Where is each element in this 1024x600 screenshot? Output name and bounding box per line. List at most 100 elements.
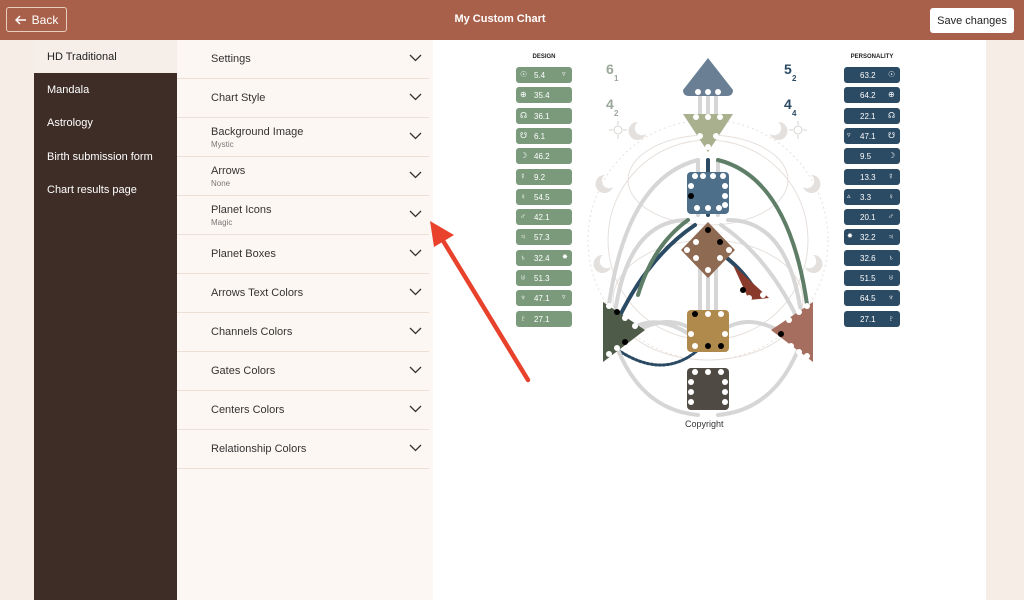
- accordion-chart-style[interactable]: Chart Style: [177, 79, 429, 118]
- chart-type-sidebar: HD Traditional Mandala Astrology Birth s…: [34, 40, 177, 600]
- uranus-icon: ♅: [888, 273, 894, 282]
- personality-planet-box: ♇ 27.1: [844, 310, 900, 327]
- accordion-label: Settings: [211, 53, 251, 65]
- planet-gate-value: 46.2: [534, 152, 550, 162]
- accordion-label: Planet Boxes: [211, 248, 276, 260]
- venus-icon: ♀: [520, 191, 526, 201]
- personality-planet-box: ⊕ 64.2: [844, 87, 900, 104]
- planet-gate-value: 51.5: [860, 274, 876, 283]
- sidebar-item-label: Birth submission form: [47, 150, 153, 163]
- planet-marker-icon: ✸: [847, 233, 853, 241]
- accordion-arrows-text-colors[interactable]: Arrows Text Colors: [177, 274, 429, 313]
- planet-gate-value: 13.3: [860, 172, 876, 182]
- sidebar-item-label: HD Traditional: [47, 50, 117, 63]
- design-planet-box: ☋ 6.1: [516, 127, 572, 144]
- chevron-down-icon[interactable]: [409, 405, 422, 413]
- accordion-label: Background Image: [211, 126, 304, 138]
- accordion-label: Centers Colors: [211, 404, 285, 416]
- personality-planet-box: ♃ 32.2 ✸: [844, 229, 900, 246]
- personality-planet-box: ♂ 20.1: [844, 209, 900, 226]
- design-planet-box: ☿ 9.2: [516, 168, 572, 185]
- accordion-value: Magic: [211, 218, 233, 227]
- accordion-label: Relationship Colors: [211, 443, 307, 455]
- save-changes-button[interactable]: Save changes: [930, 8, 1014, 33]
- sidebar-item-birth-submission-form[interactable]: Birth submission form: [34, 140, 177, 173]
- sun-icon: ☉: [888, 70, 896, 79]
- planet-gate-value: 20.1: [860, 213, 876, 223]
- personality-planet-box: ☽ 9.5: [844, 148, 900, 165]
- planet-gate-value: 32.2: [860, 233, 876, 243]
- sidebar-item-label: Astrology: [47, 116, 93, 129]
- planet-gate-value: 32.6: [860, 253, 876, 263]
- personality-planet-box: ♄ 32.6: [844, 249, 900, 266]
- accordion-relationship-colors[interactable]: Relationship Colors: [177, 430, 429, 469]
- planet-marker-icon: ▵: [847, 192, 851, 200]
- planet-gate-value: 35.4: [534, 91, 550, 101]
- accordion-label: Channels Colors: [211, 326, 293, 338]
- jupiter-icon: ♃: [888, 232, 894, 242]
- sidebar-item-label: Chart results page: [47, 183, 137, 196]
- north-node-icon: ☊: [520, 110, 528, 120]
- accordion-label: Arrows Text Colors: [211, 287, 304, 299]
- chevron-down-icon[interactable]: [409, 444, 422, 452]
- earth-icon: ⊕: [888, 90, 895, 100]
- sidebar-item-chart-results-page[interactable]: Chart results page: [34, 173, 177, 206]
- chevron-down-icon[interactable]: [409, 132, 422, 140]
- chevron-down-icon[interactable]: [409, 171, 422, 179]
- copyright-label: Copyright: [685, 419, 724, 429]
- arrow-number-bottom-right: 4: [784, 96, 792, 112]
- design-planet-box: ☽ 46.2: [516, 148, 572, 165]
- moon-icon: ☽: [888, 151, 896, 161]
- accordion-channels-colors[interactable]: Channels Colors: [177, 313, 429, 352]
- accordion-label: Arrows: [211, 165, 246, 177]
- planet-gate-value: 9.5: [860, 152, 872, 162]
- design-planet-box: ⊕ 35.4: [516, 87, 572, 104]
- moon-icon: ☽: [520, 151, 528, 161]
- pluto-icon: ♇: [888, 313, 894, 323]
- arrow-number-bottom-left: 4: [606, 96, 614, 112]
- personality-planet-box: ☋ 47.1 ▿: [844, 127, 900, 144]
- sidebar-item-hd-traditional[interactable]: HD Traditional: [34, 40, 177, 73]
- accordion-label: Gates Colors: [211, 365, 276, 377]
- design-planet-box: ♀ 54.5: [516, 188, 572, 205]
- planet-gate-value: 64.5: [860, 294, 876, 304]
- planet-gate-value: 36.1: [534, 111, 550, 121]
- accordion-settings[interactable]: Settings: [177, 40, 429, 79]
- arrow-sub-top-left: 1: [614, 74, 619, 83]
- arrow-sub-bottom-right: 4: [792, 109, 797, 118]
- accordion-arrows[interactable]: Arrows None: [177, 157, 429, 196]
- sidebar-item-astrology[interactable]: Astrology: [34, 106, 177, 139]
- earth-icon: ⊕: [520, 90, 527, 100]
- accordion-centers-colors[interactable]: Centers Colors: [177, 391, 429, 430]
- neptune-icon: ♆: [888, 293, 894, 303]
- accordion-planet-icons[interactable]: Planet Icons Magic: [177, 196, 429, 235]
- personality-planet-box: ♀ 3.3 ▵: [844, 188, 900, 205]
- accordion-background-image[interactable]: Background Image Mystic: [177, 118, 429, 157]
- mercury-icon: ☿: [520, 171, 526, 181]
- accordion-value: None: [211, 179, 231, 188]
- page-title: My Custom Chart: [454, 13, 546, 25]
- planet-gate-value: 9.2: [534, 172, 546, 182]
- settings-panel: Settings Chart Style Background Image My…: [177, 40, 433, 600]
- chevron-down-icon[interactable]: [409, 93, 422, 101]
- planet-gate-value: 47.1: [860, 131, 876, 141]
- personality-planet-box: ☊ 22.1: [844, 107, 900, 124]
- accordion-label: Chart Style: [211, 92, 266, 104]
- arrow-sub-bottom-left: 2: [614, 109, 619, 118]
- planet-marker-icon: ▿: [562, 71, 566, 78]
- planet-gate-value: 63.2: [860, 71, 876, 80]
- sidebar-item-mandala[interactable]: Mandala: [34, 73, 177, 106]
- planet-gate-value: 64.2: [860, 91, 876, 101]
- personality-planet-box: ♆ 64.5: [844, 290, 900, 307]
- venus-icon: ♀: [888, 191, 894, 201]
- accordion-gates-colors[interactable]: Gates Colors: [177, 352, 429, 391]
- planet-gate-value: 27.1: [860, 314, 876, 324]
- mercury-icon: ☿: [888, 171, 894, 181]
- south-node-icon: ☋: [888, 130, 896, 140]
- north-node-icon: ☊: [888, 110, 896, 120]
- planet-gate-value: 6.1: [534, 131, 546, 141]
- accordion-planet-boxes[interactable]: Planet Boxes: [177, 235, 429, 274]
- design-planet-box: ☉ 5.4 ▿: [516, 67, 572, 83]
- personality-planet-box: ♅ 51.5: [844, 270, 900, 286]
- chevron-down-icon[interactable]: [409, 54, 422, 62]
